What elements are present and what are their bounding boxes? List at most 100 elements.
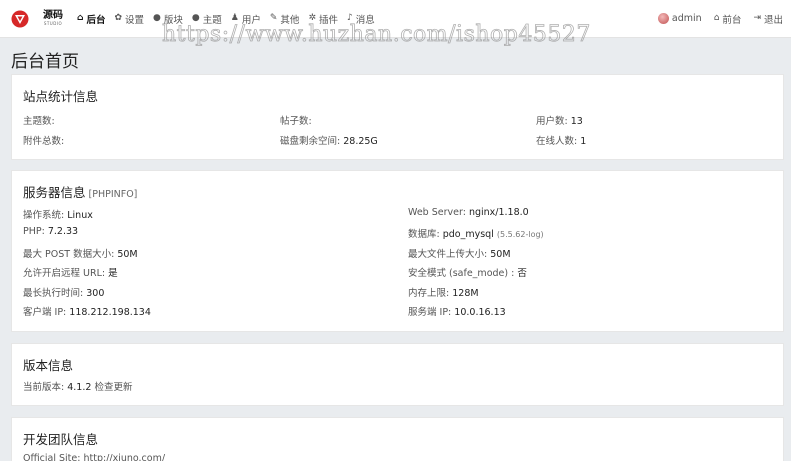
info-value: 否 [517,268,527,279]
page-title: 后台首页 [11,52,79,72]
nav-label: 消息 [355,14,375,26]
nav-label: 前台 [722,14,742,26]
info-label: 内存上限: [408,288,450,299]
home-icon: ⌂ [713,13,720,23]
stat-value: 28.25G [343,136,378,147]
stat-threads: 主题数: [23,113,55,127]
stat-disk-free: 磁盘剩余空间: 28.25G [280,133,378,147]
info-label: 最长执行时间: [23,288,84,299]
server-info-heading: 服务器信息 [23,185,86,200]
server-max-upload: 最大文件上传大小: 50M [408,246,511,260]
nav-label: 用户 [241,14,261,26]
info-label: 最大文件上传大小: [408,249,488,260]
version-info-title: 版本信息 [23,358,74,373]
gear-icon: ✿ [114,13,123,23]
server-safe-mode: 安全模式 (safe_mode) : 否 [408,265,527,279]
server-php: PHP: 7.2.33 [23,226,78,237]
official-site: Official Site: http://xiuno.com/ [23,453,165,461]
main-nav: ⌂ 后台 ✿ 设置 ● 版块 ● 主题 ♟ 用户 ✎ 其他 ✲ 插件 ♪ 消息 [77,12,384,26]
logout-icon: ⇥ [753,13,761,23]
nav-item-dashboard[interactable]: ⌂ 后台 [77,12,105,26]
nav-label: 退出 [763,14,783,26]
plugin-icon: ✲ [308,13,316,23]
brand-name: 源码 [43,10,63,21]
info-value: Linux [67,210,93,221]
nav-label: 设置 [125,14,145,26]
db-version: (5.5.62-log) [496,230,544,239]
info-label: 最大 POST 数据大小: [23,249,115,260]
info-value: 128M [452,288,479,299]
info-label: 允许开启远程 URL: [23,268,106,279]
brand-logo-icon[interactable] [11,10,29,28]
info-value: pdo_mysql [442,229,494,240]
brand-wordmark[interactable]: 源码 STUDIO [39,11,67,26]
brand-subtitle: STUDIO [43,21,63,26]
nav-frontend-link[interactable]: ⌂ 前台 [714,12,742,26]
dev-team-card: 开发团队信息 Official Site: http://xiuno.com/ [11,417,784,461]
nav-logout-link[interactable]: ⇥ 退出 [753,12,783,26]
nav-item-threads[interactable]: ● 主题 [192,12,222,26]
info-label: Web Server: [408,207,466,218]
official-site-link[interactable]: http://xiuno.com/ [83,453,165,461]
version-info-card: 版本信息 当前版本: 4.1.2 检查更新 [11,343,784,406]
server-remote-url: 允许开启远程 URL: 是 [23,265,118,279]
info-label: 当前版本: [23,382,65,393]
wrench-icon: ✎ [269,13,278,23]
stat-label: 主题数: [23,116,55,127]
info-label: 安全模式 (safe_mode) : [408,268,515,279]
server-web-server: Web Server: nginx/1.18.0 [408,207,529,218]
nav-user-admin[interactable]: admin [657,13,702,24]
server-max-exec: 最长执行时间: 300 [23,285,104,299]
stat-value: 13 [570,116,583,127]
stat-label: 帖子数: [280,116,312,127]
nav-label: 其他 [280,14,300,26]
server-info-title: 服务器信息 [PHPINFO] [23,182,137,201]
nav-item-settings[interactable]: ✿ 设置 [114,12,144,26]
comment-icon: ● [153,13,161,23]
nav-label: 插件 [318,14,338,26]
top-navbar: 源码 STUDIO ⌂ 后台 ✿ 设置 ● 版块 ● 主题 ♟ 用户 ✎ 其他 … [0,0,791,38]
comments-icon: ● [191,13,200,23]
stat-label: 在线人数: [536,136,578,147]
info-value: 是 [108,268,118,279]
nav-item-users[interactable]: ♟ 用户 [231,12,261,26]
server-client-ip: 客户端 IP: 118.212.198.134 [23,304,151,318]
nav-item-other[interactable]: ✎ 其他 [270,12,300,26]
info-label: Official Site: [23,453,81,461]
username: admin [671,13,702,24]
info-value: 118.212.198.134 [69,307,151,318]
nav-label: 主题 [202,14,222,26]
version-number: 4.1.2 [67,382,92,393]
phpinfo-link[interactable]: [PHPINFO] [89,189,138,200]
current-version: 当前版本: 4.1.2 检查更新 [23,379,132,393]
avatar [657,13,669,24]
info-label: 数据库: [408,229,440,240]
stat-online: 在线人数: 1 [536,133,586,147]
stat-label: 附件总数: [23,136,65,147]
stat-label: 用户数: [536,116,568,127]
stat-value: 1 [580,136,587,147]
nav-item-messages[interactable]: ♪ 消息 [347,12,375,26]
nav-item-forums[interactable]: ● 版块 [153,12,183,26]
server-info-card: 服务器信息 [PHPINFO] 操作系统: Linux PHP: 7.2.33 最… [11,170,784,332]
info-label: PHP: [23,226,45,237]
bell-icon: ♪ [347,13,353,23]
nav-label: 后台 [86,14,106,26]
info-value: 300 [86,288,105,299]
site-stats-title: 站点统计信息 [23,89,99,104]
nav-label: 版块 [163,14,183,26]
info-label: 服务端 IP: [408,307,452,318]
user-nav: admin ⌂ 前台 ⇥ 退出 [646,12,783,26]
server-max-post: 最大 POST 数据大小: 50M [23,246,138,260]
server-os: 操作系统: Linux [23,207,93,221]
user-icon: ♟ [230,13,239,23]
info-value: nginx/1.18.0 [468,207,529,218]
info-label: 操作系统: [23,210,65,221]
info-label: 客户端 IP: [23,307,67,318]
check-update-link[interactable]: 检查更新 [94,382,132,393]
info-value: 10.0.16.13 [454,307,506,318]
server-server-ip: 服务端 IP: 10.0.16.13 [408,304,506,318]
nav-item-plugins[interactable]: ✲ 插件 [308,12,338,26]
stat-label: 磁盘剩余空间: [280,136,341,147]
stat-posts: 帖子数: [280,113,312,127]
